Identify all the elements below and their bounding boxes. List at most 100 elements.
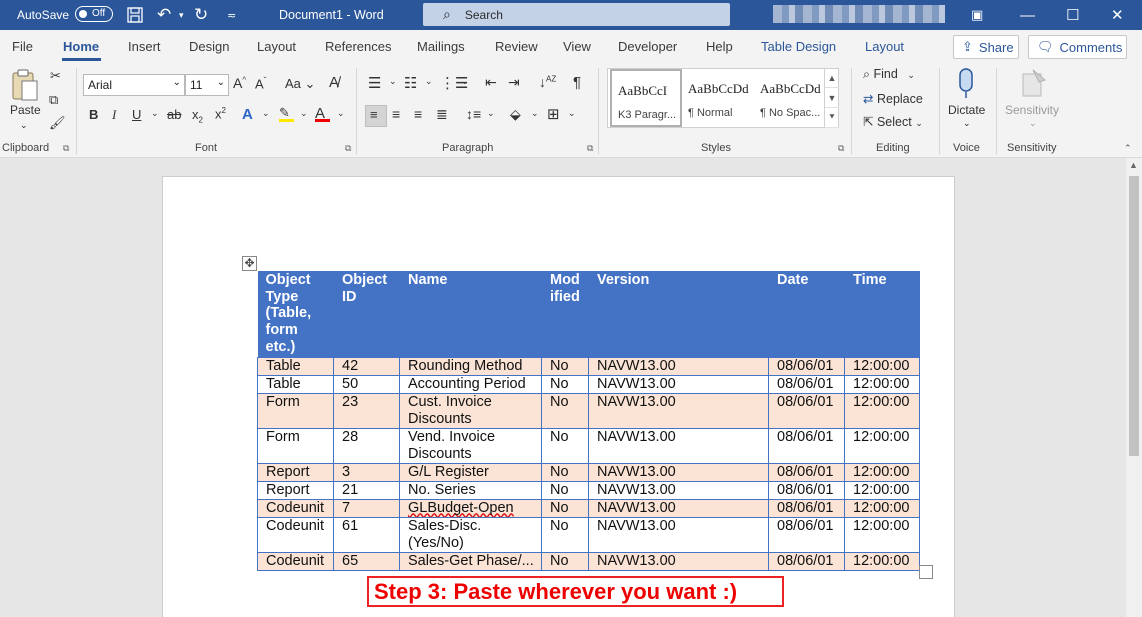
table-cell[interactable]: NAVW13.00: [588, 427, 769, 464]
table-cell[interactable]: 3: [333, 462, 400, 482]
paste-dropdown-icon[interactable]: ⌄: [20, 120, 28, 131]
table-cell[interactable]: Codeunit: [257, 498, 334, 518]
table-cell[interactable]: 42: [333, 356, 400, 376]
underline-icon[interactable]: U: [132, 107, 141, 122]
table-cell[interactable]: 23: [333, 392, 400, 429]
select-button[interactable]: ⇱ Select ⌄: [863, 114, 923, 129]
styles-down-icon[interactable]: ▼: [825, 88, 839, 108]
save-icon[interactable]: [126, 0, 144, 30]
table-cell[interactable]: 08/06/01: [768, 392, 845, 429]
text-effects-icon[interactable]: A: [242, 106, 253, 123]
sort-icon[interactable]: ↓AZ: [539, 74, 556, 90]
table-cell[interactable]: 12:00:00: [844, 498, 920, 518]
table-cell[interactable]: Rounding Method: [399, 356, 542, 376]
table-cell[interactable]: NAVW13.00: [588, 480, 769, 500]
change-case-button[interactable]: Aa ⌄: [285, 76, 315, 92]
cut-icon[interactable]: ✂: [50, 68, 61, 84]
highlight-icon[interactable]: ✎: [279, 105, 294, 122]
tab-mailings[interactable]: Mailings: [417, 39, 465, 54]
borders-dropdown-icon[interactable]: ⌄: [568, 108, 576, 119]
underline-dropdown-icon[interactable]: ⌄: [151, 108, 159, 119]
table-cell[interactable]: 12:00:00: [844, 356, 920, 376]
font-launcher-icon[interactable]: ⧉: [345, 143, 351, 154]
paste-icon[interactable]: [10, 68, 40, 105]
show-formatting-icon[interactable]: ¶: [573, 74, 581, 91]
table-cell[interactable]: No: [541, 356, 589, 376]
table-cell[interactable]: No: [541, 516, 589, 553]
table-cell[interactable]: NAVW13.00: [588, 551, 769, 571]
grow-font-icon[interactable]: A^: [233, 75, 246, 91]
table-cell[interactable]: Vend. Invoice Discounts: [399, 427, 542, 464]
header-modified[interactable]: Mod ified: [541, 271, 589, 357]
tab-help[interactable]: Help: [706, 39, 733, 54]
styles-up-icon[interactable]: ▲: [825, 68, 839, 88]
tab-references[interactable]: References: [325, 39, 391, 54]
table-cell[interactable]: 28: [333, 427, 400, 464]
table-cell[interactable]: 08/06/01: [768, 480, 845, 500]
tab-table-layout[interactable]: Layout: [865, 39, 904, 54]
collapse-ribbon-icon[interactable]: ⌃: [1124, 143, 1132, 154]
share-button[interactable]: ⇪ Share: [953, 35, 1019, 59]
table-cell[interactable]: 08/06/01: [768, 427, 845, 464]
text-effects-dropdown-icon[interactable]: ⌄: [262, 108, 270, 119]
table-cell[interactable]: 12:00:00: [844, 551, 920, 571]
table-cell[interactable]: 08/06/01: [768, 356, 845, 376]
shading-dropdown-icon[interactable]: ⌄: [531, 108, 539, 119]
dictate-label[interactable]: Dictate: [948, 103, 985, 117]
table-cell[interactable]: No: [541, 374, 589, 394]
tab-home[interactable]: Home: [63, 39, 99, 54]
bold-icon[interactable]: B: [89, 107, 98, 122]
vertical-scrollbar[interactable]: ▲: [1126, 158, 1142, 617]
close-icon[interactable]: ✕: [1111, 0, 1124, 30]
maximize-icon[interactable]: ☐: [1066, 0, 1079, 30]
styles-more-icon[interactable]: ⯆: [825, 108, 839, 128]
shrink-font-icon[interactable]: Aˇ: [255, 76, 266, 91]
justify-icon[interactable]: ≣: [436, 106, 448, 123]
table-cell[interactable]: 12:00:00: [844, 480, 920, 500]
tab-insert[interactable]: Insert: [128, 39, 161, 54]
font-color-icon[interactable]: A: [315, 105, 330, 122]
customize-qat-icon[interactable]: ≂: [227, 0, 236, 30]
table-cell[interactable]: 08/06/01: [768, 551, 845, 571]
decrease-indent-icon[interactable]: ⇤: [485, 74, 497, 91]
header-date[interactable]: Date: [768, 271, 845, 357]
line-spacing-dropdown-icon[interactable]: ⌄: [487, 108, 495, 119]
tab-table-design[interactable]: Table Design: [761, 39, 836, 54]
undo-dropdown-icon[interactable]: ▾: [179, 0, 184, 30]
style-no-spacing[interactable]: AaBbCcDd ¶ No Spac...: [754, 69, 826, 127]
dictate-dropdown-icon[interactable]: ⌄: [963, 118, 971, 129]
table-cell[interactable]: 08/06/01: [768, 374, 845, 394]
table-cell[interactable]: 7: [333, 498, 400, 518]
table-cell[interactable]: 12:00:00: [844, 462, 920, 482]
table-cell[interactable]: GLBudget-Open: [399, 498, 542, 518]
table-cell[interactable]: Accounting Period: [399, 374, 542, 394]
table-cell[interactable]: G/L Register: [399, 462, 542, 482]
style-k3-paragraph[interactable]: AaBbCcI K3 Paragr...: [610, 69, 682, 127]
header-name[interactable]: Name: [399, 271, 542, 357]
search-box[interactable]: ⌕ Search: [423, 3, 730, 26]
font-color-dropdown-icon[interactable]: ⌄: [337, 108, 345, 119]
numbering-icon[interactable]: ☷: [404, 74, 417, 92]
scrollbar-thumb[interactable]: [1129, 176, 1139, 456]
table-cell[interactable]: 08/06/01: [768, 462, 845, 482]
undo-icon[interactable]: ↶: [157, 0, 171, 30]
table-cell[interactable]: No. Series: [399, 480, 542, 500]
tab-view[interactable]: View: [563, 39, 591, 54]
find-button[interactable]: ⌕ Find ⌄: [863, 67, 915, 82]
table-cell[interactable]: No: [541, 427, 589, 464]
sensitivity-button-label[interactable]: Sensitivity: [1005, 103, 1059, 117]
table-cell[interactable]: Table: [257, 374, 334, 394]
font-size-box[interactable]: 11 ⌄: [185, 74, 229, 96]
table-cell[interactable]: NAVW13.00: [588, 356, 769, 376]
line-spacing-icon[interactable]: ↕≡: [466, 106, 481, 122]
table-cell[interactable]: Form: [257, 427, 334, 464]
table-cell[interactable]: 21: [333, 480, 400, 500]
sensitivity-icon[interactable]: [1021, 68, 1047, 103]
table-cell[interactable]: Report: [257, 480, 334, 500]
header-version[interactable]: Version: [588, 271, 769, 357]
table-cell[interactable]: 08/06/01: [768, 498, 845, 518]
header-time[interactable]: Time: [844, 271, 920, 357]
table-move-handle-icon[interactable]: ✥: [242, 256, 257, 271]
italic-icon[interactable]: I: [112, 107, 116, 123]
paste-label[interactable]: Paste: [10, 103, 41, 117]
